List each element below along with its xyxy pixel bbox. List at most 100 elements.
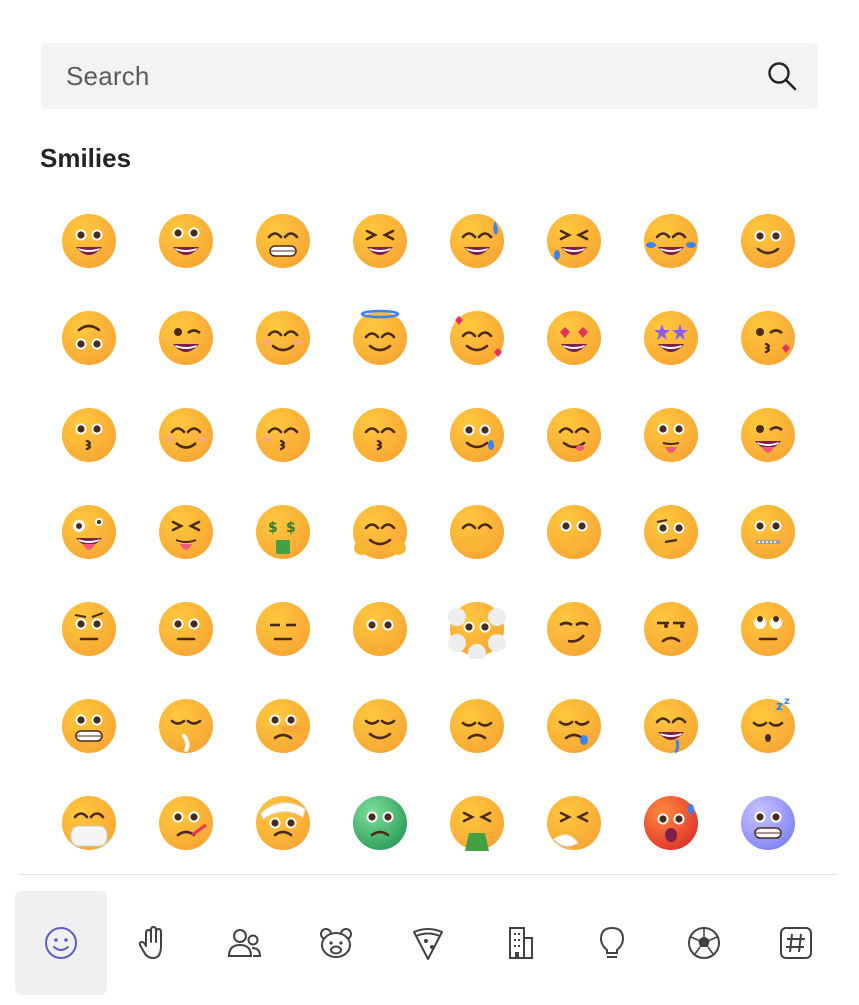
hand-icon: [138, 926, 162, 959]
emoji-hugging-face[interactable]: [331, 483, 428, 580]
emoji-smiling-face-with-heart-eyes[interactable]: [525, 289, 622, 386]
beaming-face-icon: [255, 213, 310, 268]
smiling-face-with-smiling-eyes-icon: [255, 310, 310, 365]
cold-face-icon: [740, 795, 795, 850]
winking-face-icon: [158, 310, 213, 365]
emoji-face-vomiting[interactable]: [428, 774, 525, 871]
emoji-face-with-rolling-eyes[interactable]: [719, 580, 816, 677]
emoji-grinning-squinting-face[interactable]: [331, 192, 428, 289]
emoji-face-without-mouth[interactable]: [331, 580, 428, 677]
kissing-face-icon: [61, 407, 116, 462]
emoji-grinning-face-with-sweat[interactable]: [428, 192, 525, 289]
emoji-drooling-face[interactable]: [622, 677, 719, 774]
emoji-star-struck[interactable]: [622, 289, 719, 386]
emoji-winking-face[interactable]: [137, 289, 234, 386]
grimacing-face-icon: [61, 698, 116, 753]
search-box[interactable]: Search: [41, 43, 818, 109]
emoji-unamused-face[interactable]: [622, 580, 719, 677]
emoji-slightly-smiling-face[interactable]: [719, 192, 816, 289]
emoji-sleepy-face[interactable]: [525, 677, 622, 774]
emoji-face-with-tears-of-joy[interactable]: [622, 192, 719, 289]
emoji-smiling-face[interactable]: [137, 386, 234, 483]
face-with-tongue-icon: [643, 407, 698, 462]
relieved-face-icon: [352, 698, 407, 753]
emoji-face-with-hand-over-mouth[interactable]: [428, 483, 525, 580]
search-input[interactable]: Search: [66, 61, 150, 92]
emoji-beaming-face[interactable]: [234, 192, 331, 289]
category-tab-symbols[interactable]: [750, 891, 842, 995]
star-struck-icon: [643, 310, 698, 365]
emoji-shushing-face[interactable]: [525, 483, 622, 580]
emoji-nauseated-face[interactable]: [331, 774, 428, 871]
emoji-neutral-face[interactable]: [137, 580, 234, 677]
emoji-zipper-mouth-face[interactable]: [719, 483, 816, 580]
divider: [18, 874, 838, 875]
face-with-hand-over-mouth-icon: [449, 504, 504, 559]
emoji-face-blowing-kiss[interactable]: [719, 289, 816, 386]
hashtag-icon: [780, 927, 812, 959]
category-bar: [15, 891, 845, 995]
emoji-winking-face-with-tongue[interactable]: [719, 386, 816, 483]
people-icon: [227, 929, 262, 957]
emoji-upside-down-face[interactable]: [40, 289, 137, 386]
emoji-face-exhaling[interactable]: [137, 677, 234, 774]
emoji-expressionless-face[interactable]: [234, 580, 331, 677]
face-with-tears-of-joy-icon: [643, 213, 698, 268]
emoji-grinning-face[interactable]: [40, 192, 137, 289]
zipper-mouth-face-icon: [740, 504, 795, 559]
svg-text:$: $: [286, 520, 296, 536]
rolling-on-floor-laughing-icon: [546, 213, 601, 268]
emoji-squinting-face-with-tongue[interactable]: [137, 483, 234, 580]
emoji-cold-face[interactable]: [719, 774, 816, 871]
emoji-kissing-face-with-closed-eyes[interactable]: [234, 386, 331, 483]
emoji-smiling-face-with-smiling-eyes[interactable]: [234, 289, 331, 386]
emoji-face-with-thermometer[interactable]: [137, 774, 234, 871]
money-mouth-face-icon: $ $: [255, 504, 310, 559]
smiling-face-with-tear-icon: [449, 407, 504, 462]
unamused-face-icon: [643, 601, 698, 656]
emoji-hot-face[interactable]: [622, 774, 719, 871]
emoji-rolling-on-floor-laughing[interactable]: [525, 192, 622, 289]
search-icon[interactable]: [766, 60, 798, 92]
emoji-kissing-face[interactable]: [40, 386, 137, 483]
emoji-sleeping-face[interactable]: zz: [719, 677, 816, 774]
emoji-face-savoring-food[interactable]: [525, 386, 622, 483]
emoji-zany-face[interactable]: [40, 483, 137, 580]
face-with-raised-eyebrow-icon: [61, 601, 116, 656]
emoji-money-mouth-face[interactable]: $ $: [234, 483, 331, 580]
emoji-grimacing-face[interactable]: [40, 677, 137, 774]
emoji-lying-face[interactable]: [234, 677, 331, 774]
emoji-smiling-face-with-halo[interactable]: [331, 289, 428, 386]
slightly-smiling-face-icon: [740, 213, 795, 268]
emoji-face-with-raised-eyebrow[interactable]: [40, 580, 137, 677]
emoji-relieved-face[interactable]: [331, 677, 428, 774]
emoji-pensive-face[interactable]: [428, 677, 525, 774]
building-icon: [509, 927, 533, 959]
emoji-smiling-face-with-hearts[interactable]: [428, 289, 525, 386]
emoji-thinking-face[interactable]: [622, 483, 719, 580]
grinning-face-icon: [61, 213, 116, 268]
emoji-smiling-face-with-tear[interactable]: [428, 386, 525, 483]
emoji-grinning-face-big-eyes[interactable]: [137, 192, 234, 289]
emoji-face-with-medical-mask[interactable]: [40, 774, 137, 871]
emoji-sneezing-face[interactable]: [525, 774, 622, 871]
category-tab-activities[interactable]: [658, 891, 750, 995]
smirking-face-icon: [546, 601, 601, 656]
emoji-face-with-head-bandage[interactable]: [234, 774, 331, 871]
category-tab-hands[interactable]: [107, 891, 199, 995]
category-tab-smilies[interactable]: [15, 891, 107, 995]
emoji-face-in-clouds[interactable]: [428, 580, 525, 677]
lightbulb-icon: [599, 926, 625, 958]
emoji-kissing-face-with-smiling-eyes[interactable]: [331, 386, 428, 483]
sneezing-face-icon: [546, 795, 601, 850]
emoji-face-with-tongue[interactable]: [622, 386, 719, 483]
category-tab-travel[interactable]: [474, 891, 566, 995]
category-tab-people[interactable]: [198, 891, 290, 995]
face-vomiting-icon: [449, 795, 504, 851]
category-tab-animals[interactable]: [290, 891, 382, 995]
category-tab-food[interactable]: [382, 891, 474, 995]
category-tab-objects[interactable]: [566, 891, 658, 995]
smiling-face-with-heart-eyes-icon: [546, 310, 601, 365]
emoji-smirking-face[interactable]: [525, 580, 622, 677]
smiling-face-icon: [158, 407, 213, 462]
